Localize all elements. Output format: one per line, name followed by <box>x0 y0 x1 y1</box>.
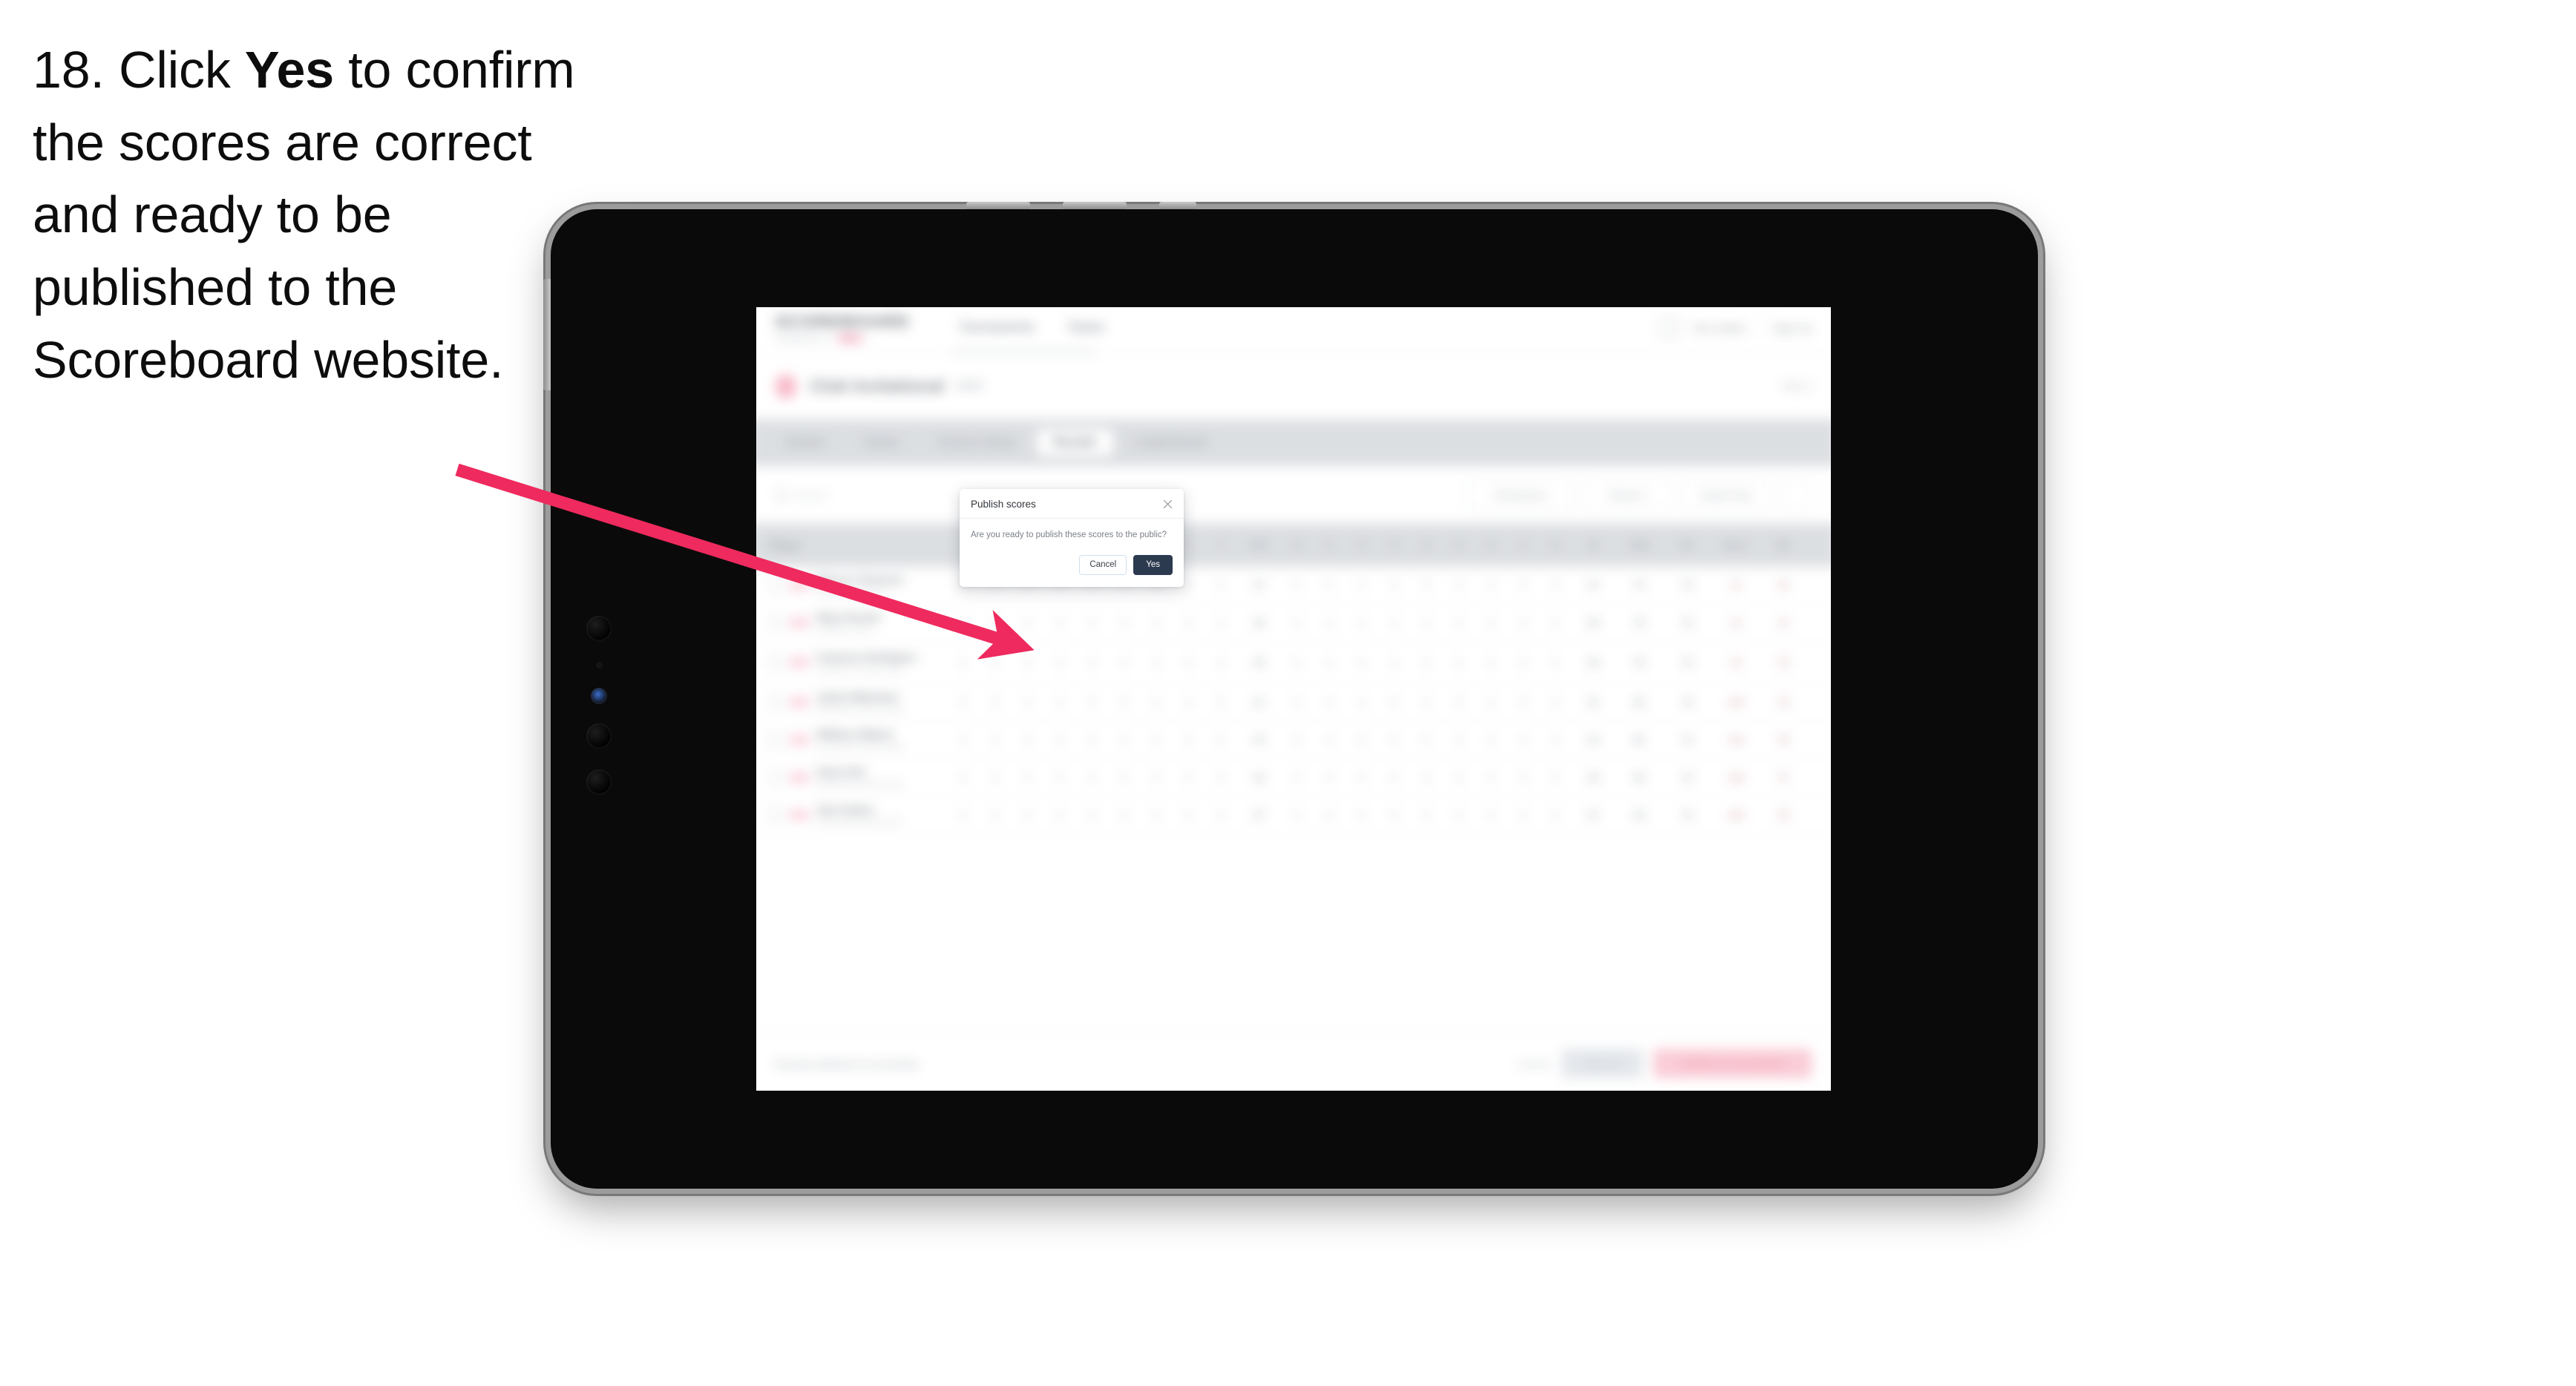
cancel-button[interactable]: Cancel <box>1079 554 1127 576</box>
dialog-actions: Cancel Yes <box>960 545 1184 588</box>
instruction-text: 18. Click Yes to confirm the scores are … <box>33 34 582 396</box>
dialog-body: Are you ready to publish these scores to… <box>960 519 1184 545</box>
modal-scrim[interactable] <box>756 307 1831 1091</box>
camera-lens-icon <box>586 616 612 641</box>
device-top-button-3[interactable] <box>1159 202 1196 209</box>
tablet-screen: SCOREBOARD POWERED BY BETA Tournaments T… <box>756 307 1831 1091</box>
device-top-button-2[interactable] <box>1063 202 1127 209</box>
close-icon[interactable] <box>1162 499 1173 510</box>
instruction-emphasis: Yes <box>244 41 334 99</box>
camera-lens-2-icon <box>586 723 612 749</box>
publish-scores-dialog: Publish scores Are you ready to publish … <box>960 489 1184 588</box>
device-camera-cluster <box>586 616 616 815</box>
device-top-button-1[interactable] <box>966 202 1030 209</box>
camera-lens-3-icon <box>586 769 612 795</box>
instruction-step-number: 18. <box>33 41 105 99</box>
device-power-button[interactable] <box>543 279 551 390</box>
dialog-header: Publish scores <box>960 489 1184 519</box>
tablet-device: SCOREBOARD POWERED BY BETA Tournaments T… <box>543 202 2038 1189</box>
camera-sensor-icon <box>596 662 603 669</box>
dialog-title: Publish scores <box>971 499 1036 510</box>
camera-flash-icon <box>591 688 607 704</box>
yes-button[interactable]: Yes <box>1133 554 1173 576</box>
dialog-message: Are you ready to publish these scores to… <box>971 531 1167 540</box>
instruction-lead: Click <box>118 41 231 99</box>
slide-canvas: 18. Click Yes to confirm the scores are … <box>0 0 2576 1386</box>
